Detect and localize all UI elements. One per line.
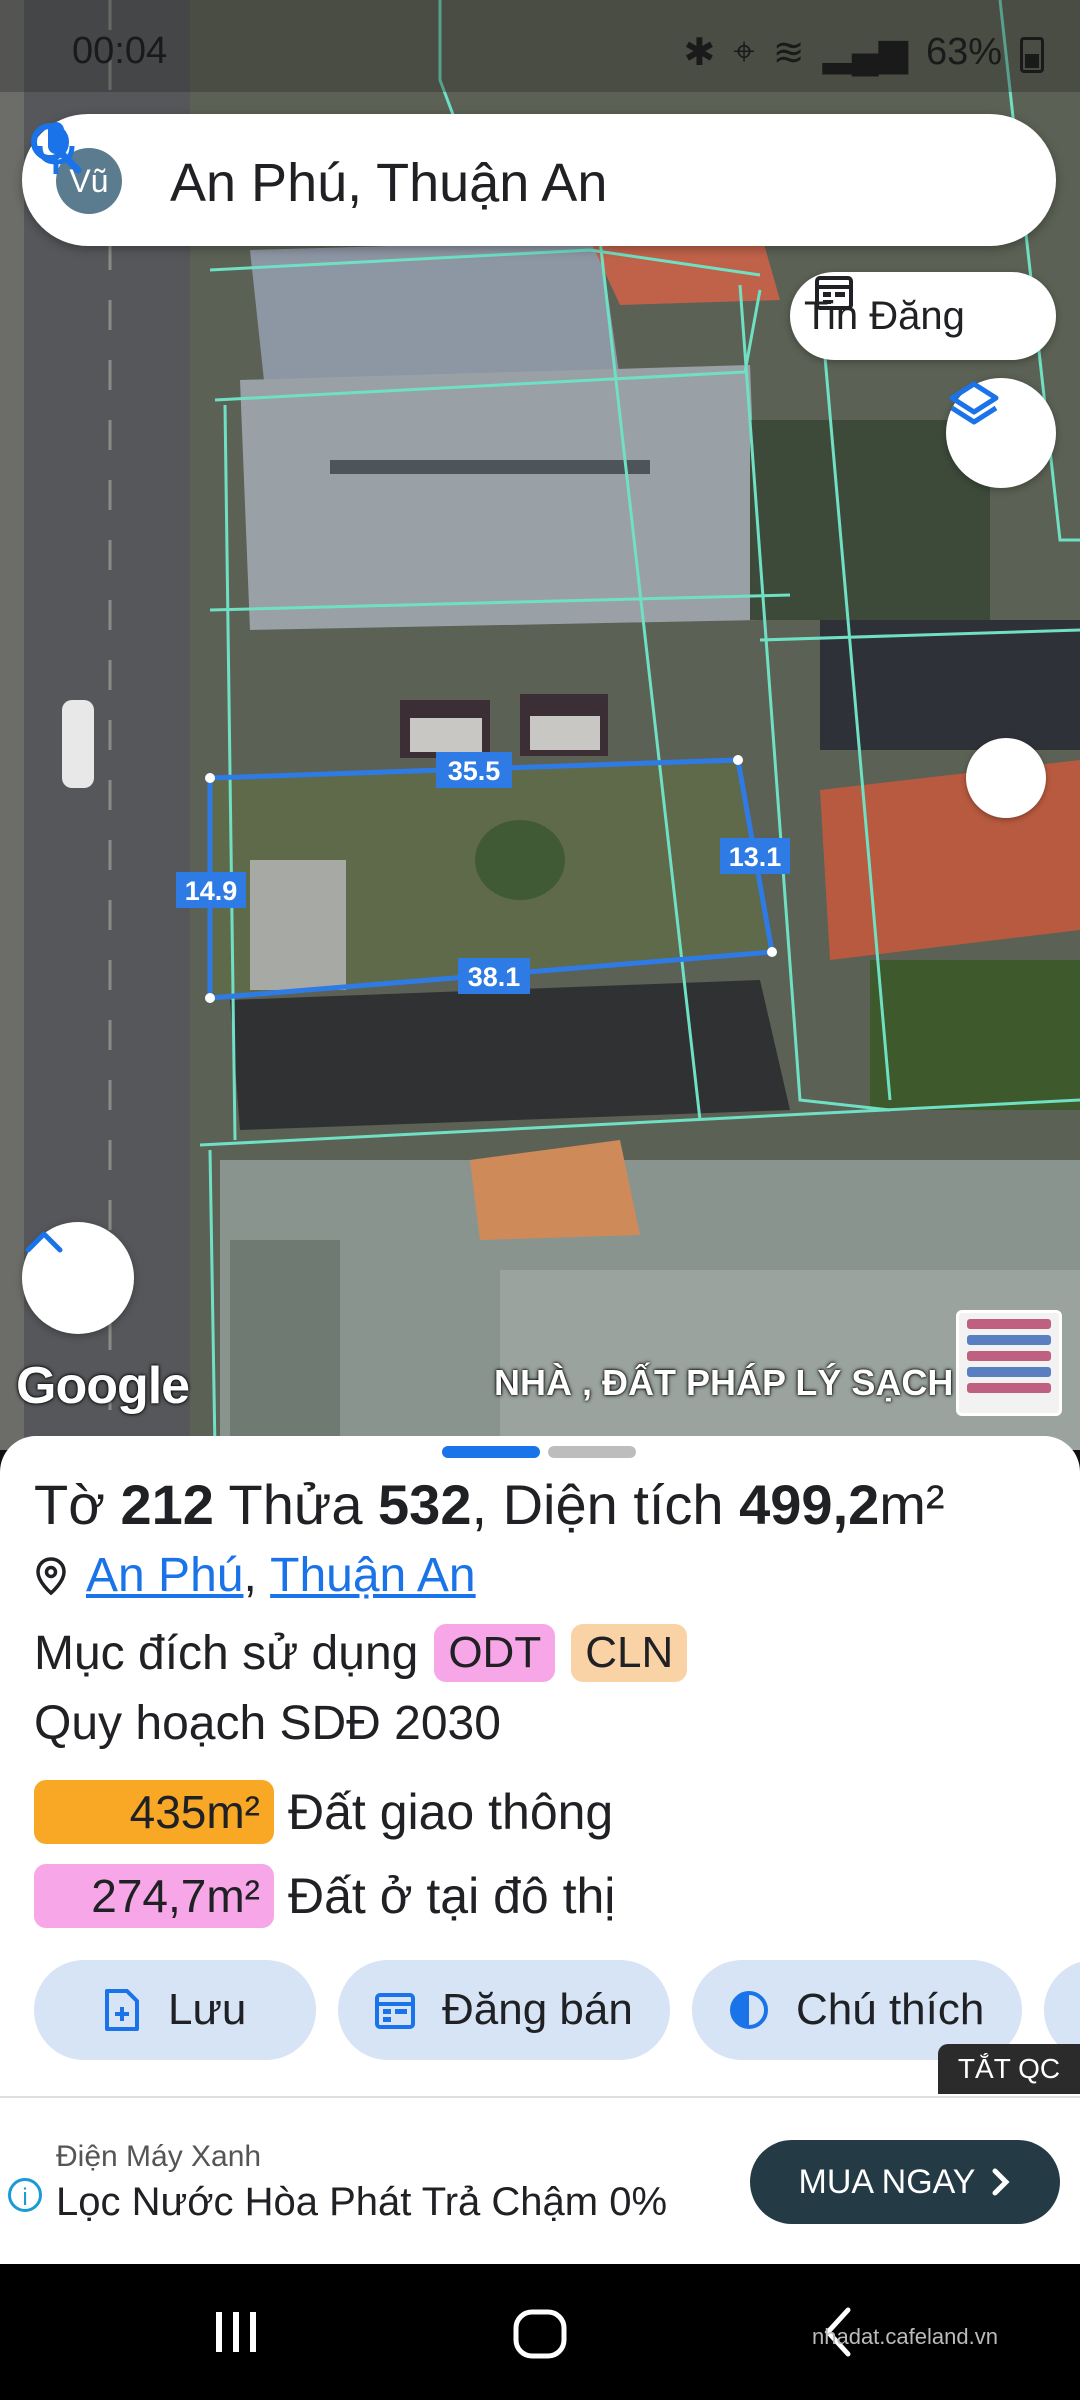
ad-strip[interactable]: i Điện Máy Xanh Lọc Nước Hòa Phát Trả Ch… xyxy=(0,2096,1080,2266)
map-control-button[interactable] xyxy=(966,738,1046,818)
save-button[interactable]: Lưu xyxy=(34,1960,316,2060)
listings-button[interactable]: Tin Đăng xyxy=(790,272,1056,360)
parcel-side-label: 35.5 xyxy=(447,756,501,786)
status-time: 00:04 xyxy=(72,30,168,72)
ad-thumbnail[interactable] xyxy=(956,1310,1062,1416)
layers-icon xyxy=(949,381,999,425)
purpose-tag: CLN xyxy=(571,1624,688,1682)
post-sale-button-label: Đăng bán xyxy=(442,1985,633,2034)
info-icon[interactable]: i xyxy=(8,2178,42,2212)
bluetooth-icon: ✱ xyxy=(683,32,716,74)
battery-level: 63% xyxy=(925,31,1002,73)
zone-row: 435m² Đất giao thông xyxy=(34,1780,613,1844)
chevron-right-icon xyxy=(992,2168,1011,2196)
parcel-info-sheet: Tờ 212 Thửa 532, Diện tích 499,2m² An Ph… xyxy=(0,1436,1080,2096)
purpose-tag: ODT xyxy=(434,1624,556,1682)
location-icon: ⌖ xyxy=(733,31,755,73)
purpose-label: Mục đích sử dụng xyxy=(34,1626,419,1680)
status-icons: ✱ ⌖ ≋ ▂▄▆ 63% xyxy=(683,30,1044,75)
ad-text[interactable]: Lọc Nước Hòa Phát Trả Chậm 0% xyxy=(56,2180,667,2225)
zone-label: Đất ở tại đô thị xyxy=(288,1868,616,1924)
ad-brand: Điện Máy Xanh xyxy=(56,2140,262,2173)
add-file-icon xyxy=(105,1989,139,2031)
hide-ads-button[interactable]: TẮT QC xyxy=(938,2044,1080,2094)
zone-area: 274,7m² xyxy=(34,1864,274,1928)
zone-label: Đất giao thông xyxy=(288,1784,614,1840)
google-logo: Google xyxy=(16,1357,190,1415)
sheet-number: 212 xyxy=(120,1473,214,1536)
sheet-label: Tờ xyxy=(34,1473,105,1536)
wifi-icon: ≋ xyxy=(772,32,805,74)
contrast-icon xyxy=(730,1991,768,2029)
parcel-side-label: 13.1 xyxy=(728,842,782,872)
post-sale-button[interactable]: Đăng bán xyxy=(338,1960,670,2060)
search-bar[interactable]: Vũ An Phú, Thuận An xyxy=(22,114,1056,246)
save-button-label: Lưu xyxy=(168,1985,247,2034)
calendar-icon xyxy=(375,1993,415,2029)
watermark: nhadat.cafeland.vn xyxy=(812,2324,998,2349)
expand-button[interactable] xyxy=(22,1222,134,1334)
district-link[interactable]: Thuận An xyxy=(270,1548,476,1603)
ad-overlay-text[interactable]: NHÀ , ĐẤT PHÁP LÝ SẠCH xyxy=(494,1362,953,1404)
home-icon[interactable] xyxy=(510,2304,570,2364)
plot-label: Thửa xyxy=(228,1473,363,1536)
search-query[interactable]: An Phú, Thuận An xyxy=(170,152,607,214)
buy-now-label: MUA NGAY xyxy=(798,2162,976,2201)
recent-apps-icon[interactable] xyxy=(208,2304,264,2360)
parcel-title: Tờ 212 Thửa 532, Diện tích 499,2m² xyxy=(34,1472,945,1537)
parcel-side-label: 38.1 xyxy=(467,962,521,992)
pager-dot-active[interactable] xyxy=(442,1446,540,1458)
area-value: 499,2 xyxy=(739,1473,880,1536)
status-bar: 00:04 ✱ ⌖ ≋ ▂▄▆ 63% xyxy=(0,0,1080,92)
plan-heading: Quy hoạch SDĐ 2030 xyxy=(34,1697,501,1750)
pager-dot[interactable] xyxy=(548,1446,636,1458)
buy-now-button[interactable]: MUA NGAY xyxy=(750,2140,1060,2224)
system-nav-bar: nhadat.cafeland.vn xyxy=(0,2264,1080,2400)
signal-icon: ▂▄▆ xyxy=(822,32,908,74)
calendar-icon xyxy=(815,276,853,310)
action-row: Lưu Đăng bán Chú thích xyxy=(34,1960,1080,2060)
plot-number: 532 xyxy=(378,1473,472,1536)
land-use-purpose: Mục đích sử dụng ODT CLN xyxy=(34,1624,688,1682)
location-pin-icon xyxy=(36,1556,66,1595)
sheet-pager[interactable] xyxy=(442,1446,636,1458)
parcel-side-label: 14.9 xyxy=(184,876,238,906)
zone-area: 435m² xyxy=(34,1780,274,1844)
area-label: , Diện tích xyxy=(471,1473,724,1536)
satellite-map[interactable]: 35.5 13.1 38.1 14.9 00:04 ✱ ⌖ ≋ ▂▄▆ 63% … xyxy=(0,0,1080,1450)
parcel-location: An Phú, Thuận An xyxy=(34,1548,476,1603)
area-unit: m² xyxy=(879,1473,945,1536)
microphone-icon[interactable] xyxy=(22,114,90,182)
legend-button-label: Chú thích xyxy=(796,1985,985,2034)
ward-link[interactable]: An Phú xyxy=(86,1548,243,1603)
chevron-up-icon xyxy=(25,1231,63,1253)
battery-icon xyxy=(1020,36,1044,73)
layers-button[interactable] xyxy=(946,378,1056,488)
zone-row: 274,7m² Đất ở tại đô thị xyxy=(34,1864,615,1928)
